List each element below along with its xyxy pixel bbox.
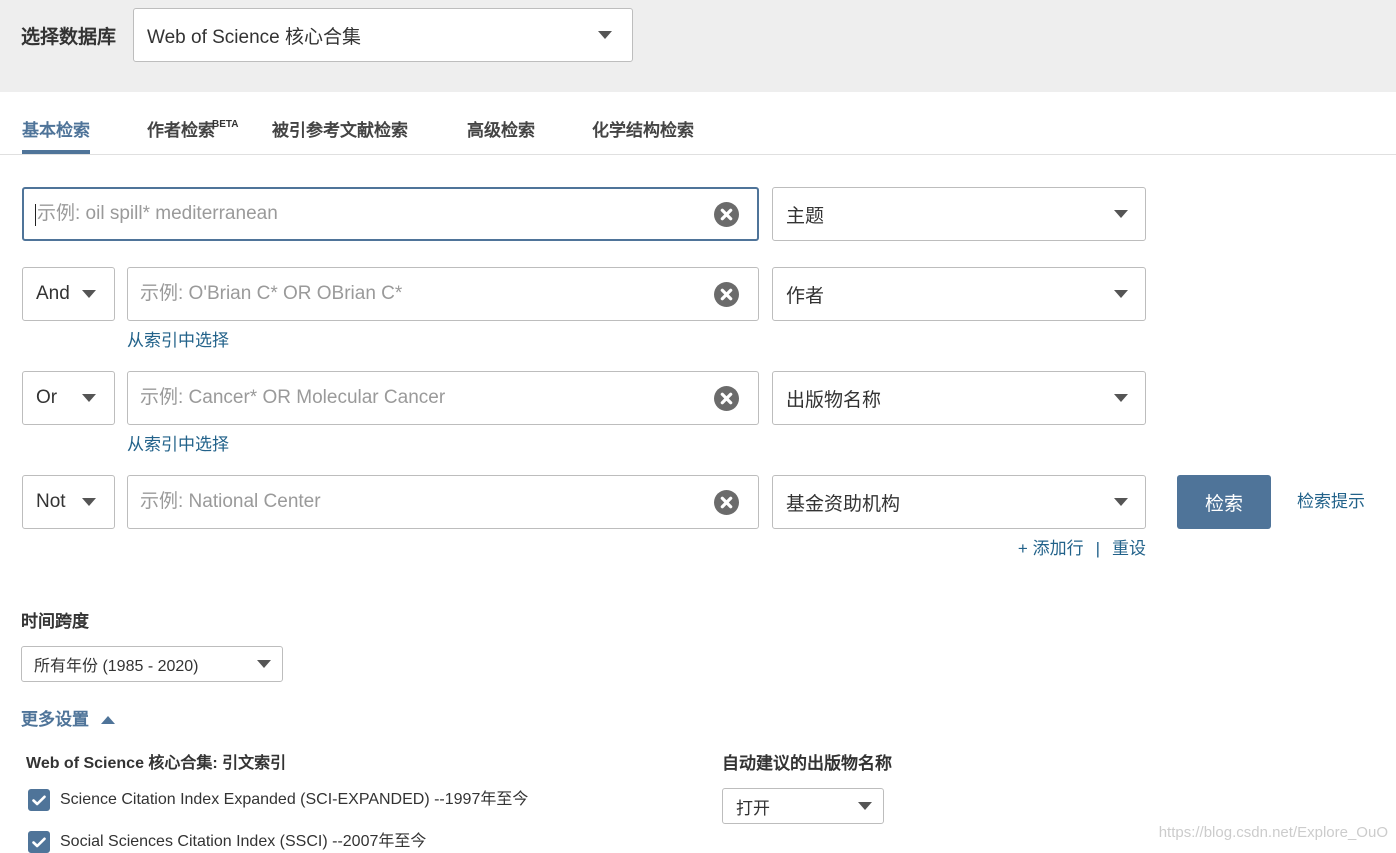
tab-label: 高级检索 [467, 121, 535, 140]
caret-up-icon [101, 716, 115, 724]
database-label: 选择数据库 [21, 27, 117, 48]
reset-link[interactable]: 重设 [1112, 539, 1146, 558]
database-select-value: Web of Science 核心合集 [147, 26, 362, 48]
caret-down-icon [858, 802, 872, 810]
tab-structure-search[interactable]: 化学结构检索 [592, 121, 694, 141]
autosuggest-heading: 自动建议的出版物名称 [722, 754, 892, 773]
clear-icon [714, 489, 739, 515]
search-input-box-1 [22, 187, 759, 241]
tab-label: 基本检索 [22, 121, 90, 140]
search-field-select-2[interactable]: 作者 [772, 267, 1146, 321]
search-field-select-4[interactable]: 基金资助机构 [772, 475, 1146, 529]
add-row-link[interactable]: + 添加行 [1018, 539, 1084, 558]
clear-input-button[interactable] [714, 201, 739, 227]
caret-down-icon [257, 660, 271, 668]
checkbox-sci-expanded[interactable] [28, 789, 50, 811]
boolean-operator-select-4[interactable]: Not [22, 475, 115, 529]
search-button[interactable]: 检索 [1177, 475, 1271, 529]
watermark: https://blog.csdn.net/Explore_OuO [1158, 824, 1388, 841]
caret-down-icon [82, 394, 96, 402]
timespan-select-value: 所有年份 (1985 - 2020) [34, 658, 199, 675]
search-field-select-3[interactable]: 出版物名称 [772, 371, 1146, 425]
caret-down-icon [598, 31, 612, 39]
tab-advanced-search[interactable]: 高级检索 [467, 121, 535, 141]
search-input-box-3 [127, 371, 759, 425]
tab-divider [0, 154, 1396, 155]
boolean-operator-value: Not [36, 491, 66, 512]
search-term-input-4[interactable] [128, 476, 758, 528]
autosuggest-select[interactable]: 打开 [722, 788, 884, 824]
checkbox-label: Science Citation Index Expanded (SCI-EXP… [60, 791, 529, 808]
search-field-value: 作者 [786, 285, 825, 307]
search-input-box-4 [127, 475, 759, 529]
boolean-operator-select-2[interactable]: And [22, 267, 115, 321]
checkbox-ssci[interactable] [28, 831, 50, 853]
search-term-input-2[interactable] [128, 268, 758, 320]
clear-input-button[interactable] [714, 385, 739, 411]
autosuggest-select-value: 打开 [736, 798, 770, 818]
database-bar: 选择数据库 Web of Science 核心合集 [0, 0, 1396, 92]
clear-input-button[interactable] [714, 489, 739, 515]
caret-down-icon [1114, 394, 1128, 402]
beta-badge: BETA [212, 119, 239, 130]
search-tips-link[interactable]: 检索提示 [1297, 492, 1365, 512]
tab-label: 被引参考文献检索 [272, 121, 408, 140]
checkmark-icon [32, 837, 46, 847]
select-from-index-link-3[interactable]: 从索引中选择 [127, 435, 229, 455]
search-page: 选择数据库 Web of Science 核心合集 基本检索 作者检索BETA … [0, 0, 1396, 853]
tab-cited-reference-search[interactable]: 被引参考文献检索 [272, 121, 408, 141]
checkbox-label: Social Sciences Citation Index (SSCI) --… [60, 833, 427, 850]
boolean-operator-value: And [36, 283, 70, 304]
clear-input-button[interactable] [714, 281, 739, 307]
citation-index-heading: Web of Science 核心合集: 引文索引 [26, 755, 287, 772]
search-term-input-3[interactable] [128, 372, 758, 424]
caret-down-icon [1114, 498, 1128, 506]
search-field-select-1[interactable]: 主题 [772, 187, 1146, 241]
text-caret [35, 204, 36, 226]
database-select[interactable]: Web of Science 核心合集 [133, 8, 633, 62]
boolean-operator-value: Or [36, 387, 58, 408]
search-input-box-2 [127, 267, 759, 321]
more-settings-toggle[interactable]: 更多设置 [21, 710, 115, 730]
timespan-select[interactable]: 所有年份 (1985 - 2020) [21, 646, 283, 682]
search-field-value: 主题 [786, 205, 825, 227]
caret-down-icon [1114, 210, 1128, 218]
caret-down-icon [82, 290, 96, 298]
search-field-value: 基金资助机构 [786, 493, 901, 515]
clear-icon [714, 201, 739, 227]
more-settings-label: 更多设置 [21, 710, 89, 729]
clear-icon [714, 385, 739, 411]
tab-basic-search[interactable]: 基本检索 [22, 121, 90, 154]
search-term-input-1[interactable] [24, 189, 757, 239]
citation-index-row-sci-expanded[interactable]: Science Citation Index Expanded (SCI-EXP… [28, 789, 528, 811]
select-from-index-link-2[interactable]: 从索引中选择 [127, 331, 229, 351]
caret-down-icon [82, 498, 96, 506]
boolean-operator-select-3[interactable]: Or [22, 371, 115, 425]
checkmark-icon [32, 795, 46, 805]
tab-label: 作者检索 [147, 121, 215, 140]
caret-down-icon [1114, 290, 1128, 298]
timespan-label: 时间跨度 [21, 612, 89, 631]
tab-label: 化学结构检索 [592, 121, 694, 140]
row-actions: + 添加行 | 重设 [1018, 539, 1146, 559]
tab-author-search[interactable]: 作者检索BETA [147, 119, 239, 141]
separator: | [1095, 539, 1100, 558]
clear-icon [714, 281, 739, 307]
search-field-value: 出版物名称 [786, 389, 882, 411]
citation-index-row-ssci[interactable]: Social Sciences Citation Index (SSCI) --… [28, 831, 426, 853]
